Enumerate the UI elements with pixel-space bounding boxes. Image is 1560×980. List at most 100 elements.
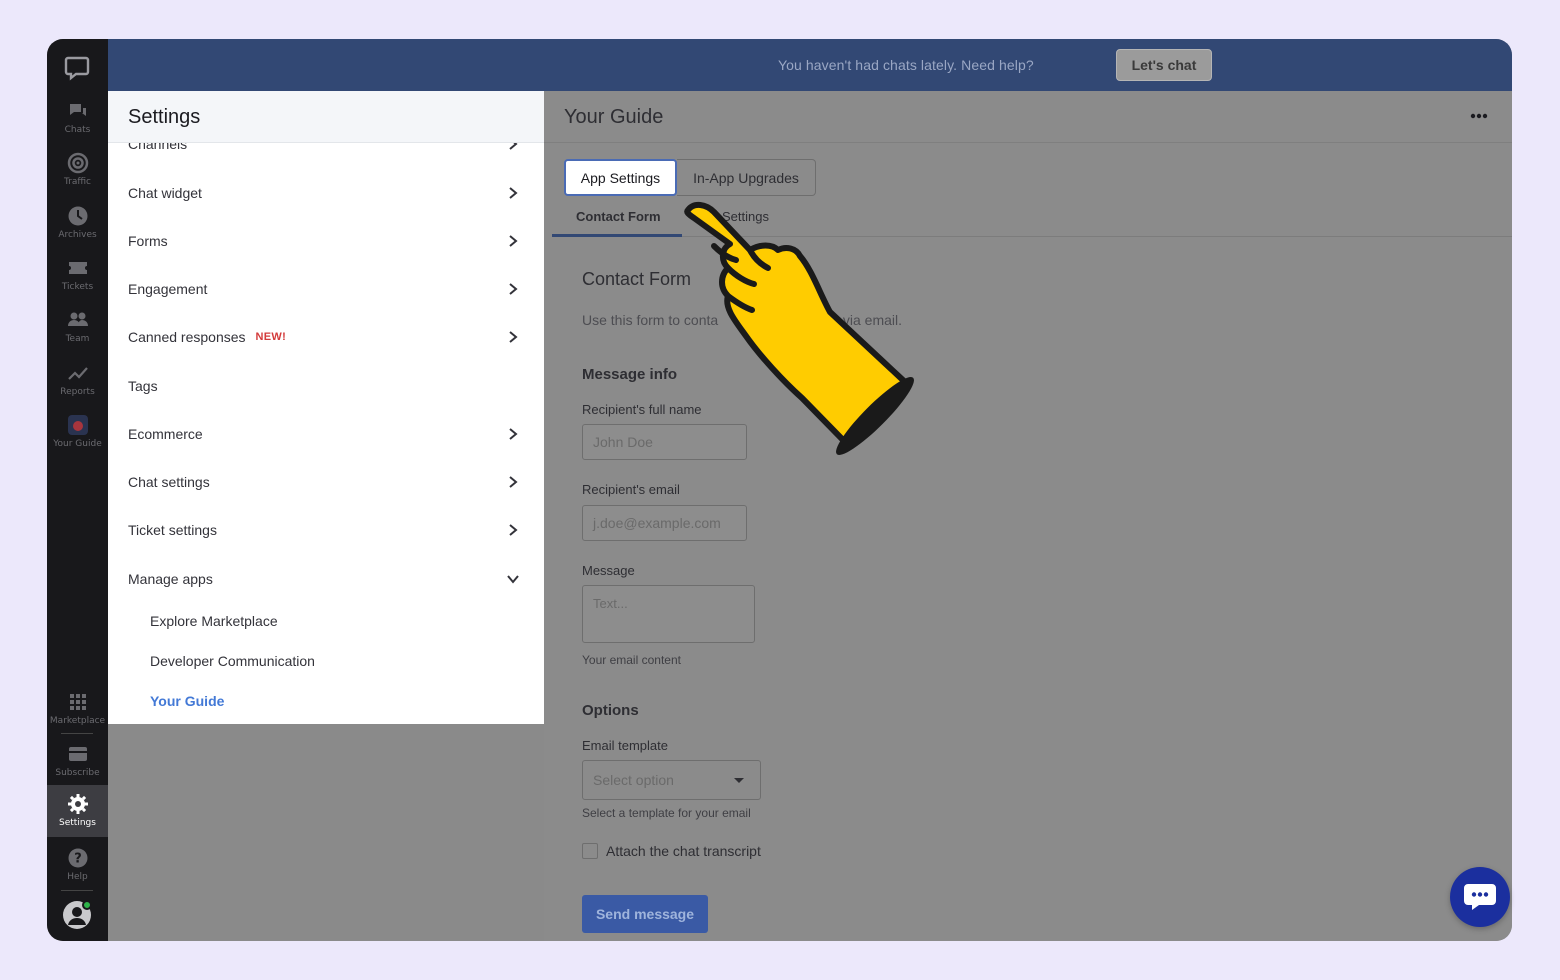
- app-logo-icon[interactable]: [64, 55, 90, 81]
- settings-item-label: Chat settings: [128, 474, 210, 490]
- rail-label: Help: [67, 872, 88, 882]
- chevron-down-icon: [507, 575, 519, 584]
- settings-item-label: Canned responses: [128, 329, 246, 345]
- rail-divider: [61, 733, 93, 734]
- settings-subitem-developer-communication[interactable]: Developer Communication: [150, 653, 315, 669]
- settings-item-forms[interactable]: Forms: [128, 226, 524, 256]
- chevron-right-icon: [509, 476, 518, 488]
- settings-item-engagement[interactable]: Engagement: [128, 274, 524, 304]
- form-title: Contact Form: [582, 269, 692, 289]
- lets-chat-button[interactable]: Let's chat: [1116, 49, 1212, 81]
- settings-item-label: Manage apps: [128, 571, 213, 587]
- your-guide-icon: [67, 415, 88, 435]
- tickets-icon: [68, 262, 87, 274]
- chevron-right-icon: [509, 283, 518, 295]
- subtab-contact-form[interactable]: Contact Form: [576, 209, 661, 224]
- settings-header: Settings: [108, 91, 544, 143]
- banner-text: You haven't had chats lately. Need help?: [778, 57, 1034, 73]
- rail-label: Your Guide: [53, 439, 102, 449]
- tab-app-settings[interactable]: App Settings: [564, 159, 677, 196]
- rail-item-archives[interactable]: Archives: [47, 201, 108, 251]
- rail-item-marketplace[interactable]: Marketplace: [47, 687, 108, 737]
- attach-transcript-checkbox[interactable]: [582, 843, 598, 859]
- settings-item-label: Engagement: [128, 281, 208, 297]
- rail-divider: [61, 890, 93, 891]
- message-hint: Your email content: [582, 653, 681, 667]
- message-textarea[interactable]: Text...: [582, 585, 755, 643]
- svg-text:?: ?: [74, 852, 82, 867]
- rail-label: Team: [65, 334, 90, 344]
- message-label: Message: [582, 563, 635, 578]
- grid-icon: [69, 694, 86, 710]
- card-icon: [68, 747, 87, 761]
- caret-down-icon: [734, 778, 744, 783]
- rail-label: Archives: [58, 230, 97, 240]
- rail-item-tickets[interactable]: Tickets: [47, 253, 108, 303]
- settings-item-label: Forms: [128, 233, 168, 249]
- left-rail: Chats Traffic Archives Tickets Team Repo…: [47, 39, 108, 941]
- rail-item-chats[interactable]: Chats: [47, 96, 108, 146]
- rail-item-settings[interactable]: Settings: [47, 785, 108, 837]
- rail-item-your-guide[interactable]: Your Guide: [47, 410, 108, 460]
- settings-item-chat-widget[interactable]: Chat widget: [128, 178, 524, 208]
- section-message-info: Message info: [582, 366, 678, 383]
- pointing-hand-icon: [684, 202, 914, 455]
- settings-item-ticket-settings[interactable]: Ticket settings: [128, 515, 524, 545]
- settings-item-label: Tags: [128, 378, 158, 394]
- settings-item-canned-responses[interactable]: Canned responses NEW!: [128, 322, 524, 352]
- rail-label: Traffic: [63, 177, 92, 187]
- archives-icon: [68, 206, 87, 226]
- settings-item-label: Ecommerce: [128, 426, 203, 442]
- rail-label: Reports: [60, 387, 95, 397]
- email-template-select[interactable]: Select option: [582, 760, 761, 800]
- rail-item-subscribe[interactable]: Subscribe: [47, 739, 108, 789]
- template-hint: Select a template for your email: [582, 806, 751, 820]
- chat-bubble-icon: [1464, 884, 1496, 910]
- rail-item-team[interactable]: Team: [47, 305, 108, 355]
- settings-item-label: Chat widget: [128, 185, 202, 201]
- section-options: Options: [582, 702, 639, 719]
- traffic-icon: [67, 152, 88, 174]
- settings-title: Settings: [128, 106, 201, 128]
- send-message-button[interactable]: Send message: [582, 895, 708, 933]
- new-badge: NEW!: [255, 331, 287, 343]
- more-options-icon[interactable]: [1470, 113, 1488, 119]
- settings-item-tags[interactable]: Tags: [128, 371, 524, 401]
- chat-widget-button[interactable]: [1450, 867, 1510, 927]
- chevron-right-icon: [509, 331, 518, 343]
- rail-item-traffic[interactable]: Traffic: [47, 148, 108, 198]
- chats-icon: [69, 104, 86, 116]
- reports-icon: [67, 367, 88, 380]
- chevron-right-icon: [509, 235, 518, 247]
- page-title: Your Guide: [564, 106, 664, 128]
- app-window: Chats Traffic Archives Tickets Team Repo…: [47, 39, 1512, 941]
- rail-label: Settings: [59, 818, 96, 828]
- settings-subitem-explore-marketplace[interactable]: Explore Marketplace: [150, 613, 278, 629]
- settings-item-ecommerce[interactable]: Ecommerce: [128, 419, 524, 449]
- help-banner: You haven't had chats lately. Need help?…: [108, 39, 1512, 91]
- rail-item-help[interactable]: ? Help: [47, 843, 108, 893]
- settings-subitem-your-guide[interactable]: Your Guide: [150, 693, 224, 709]
- settings-item-chat-settings[interactable]: Chat settings: [128, 467, 524, 497]
- active-subtab-indicator: [552, 234, 682, 237]
- gear-icon: [67, 794, 88, 814]
- team-icon: [67, 312, 88, 326]
- rail-label: Marketplace: [49, 716, 106, 726]
- help-icon: ?: [68, 848, 87, 868]
- template-label: Email template: [582, 738, 668, 753]
- email-input[interactable]: j.doe@example.com: [582, 505, 747, 541]
- chevron-right-icon: [509, 524, 518, 536]
- chevron-right-icon: [509, 428, 518, 440]
- email-label: Recipient's email: [582, 482, 680, 497]
- rail-item-reports[interactable]: Reports: [47, 358, 108, 408]
- online-status-dot: [82, 900, 92, 910]
- main-header: Your Guide: [544, 91, 1512, 143]
- settings-item-manage-apps[interactable]: Manage apps: [128, 564, 524, 594]
- settings-item-label: Ticket settings: [128, 522, 217, 538]
- rail-label: Subscribe: [55, 768, 100, 778]
- select-placeholder: Select option: [593, 772, 674, 788]
- tab-in-app-upgrades[interactable]: In-App Upgrades: [677, 159, 816, 196]
- attach-transcript-label[interactable]: Attach the chat transcript: [606, 843, 761, 859]
- rail-label: Tickets: [61, 282, 94, 292]
- rail-label: Chats: [64, 125, 91, 135]
